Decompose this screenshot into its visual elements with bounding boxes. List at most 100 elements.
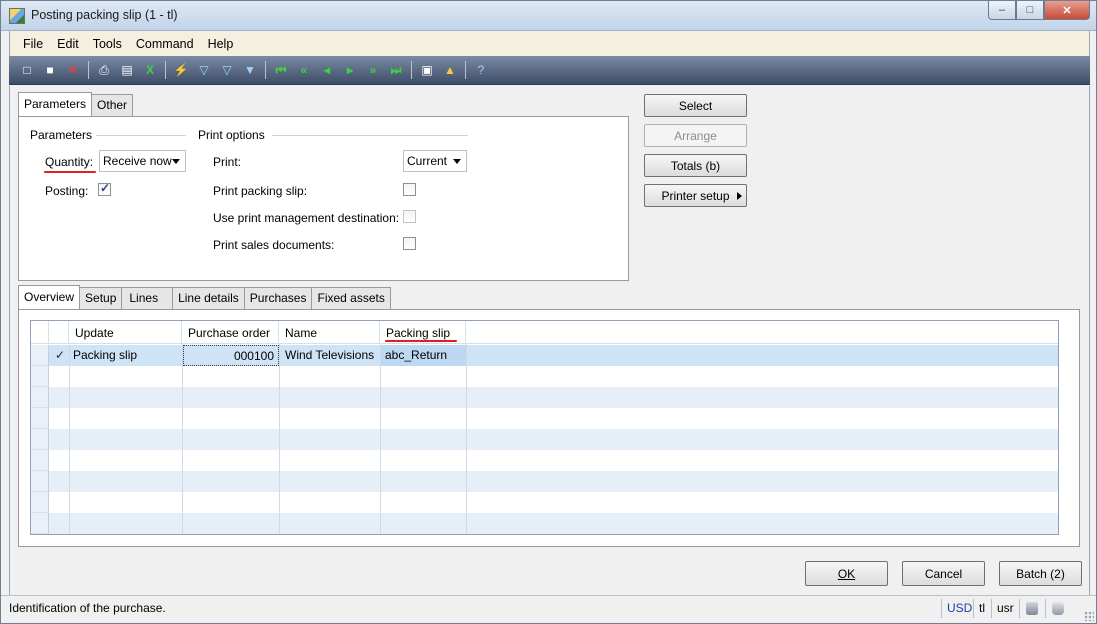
row-selector[interactable]: [31, 513, 49, 534]
tab-fixed-assets[interactable]: Fixed assets: [311, 287, 391, 309]
select-button[interactable]: Select: [644, 94, 747, 117]
use-print-management-checkbox[interactable]: [403, 210, 416, 223]
column-header-purchase-order[interactable]: Purchase order: [182, 321, 279, 344]
status-database-cell: [1019, 599, 1045, 618]
print-label: Print:: [213, 155, 242, 169]
cell-update[interactable]: Packing slip: [69, 345, 182, 366]
delete-icon[interactable]: ✕: [63, 60, 83, 80]
window-title: Posting packing slip (1 - tl): [31, 8, 178, 22]
batch-button[interactable]: Batch (2): [999, 561, 1082, 586]
menu-bar: File Edit Tools Command Help: [9, 31, 1090, 56]
close-button[interactable]: ✕: [1044, 1, 1090, 20]
first-record-icon[interactable]: ⏮: [271, 60, 291, 80]
title-bar: Posting packing slip (1 - tl) – □ ✕: [1, 1, 1096, 31]
tab-line-details[interactable]: Line details: [172, 287, 245, 309]
row-selector[interactable]: [31, 492, 49, 513]
row-selector[interactable]: [31, 450, 49, 471]
print-icon[interactable]: ⎙: [94, 60, 114, 80]
marker-column-header: [49, 321, 69, 344]
menu-tools[interactable]: Tools: [86, 37, 129, 51]
export-excel-icon[interactable]: X: [140, 60, 160, 80]
status-currency[interactable]: USD: [941, 599, 976, 618]
menu-command[interactable]: Command: [129, 37, 201, 51]
ok-button[interactable]: OK: [805, 561, 888, 586]
arrange-button-label: Arrange: [674, 129, 717, 143]
alert-bell-icon[interactable]: ▲: [440, 60, 460, 80]
tab-lines[interactable]: Lines: [121, 287, 174, 309]
remove-filter-icon[interactable]: ▼: [240, 60, 260, 80]
column-header-name[interactable]: Name: [279, 321, 380, 344]
row-selector[interactable]: [31, 345, 49, 366]
table-row[interactable]: [31, 387, 1058, 408]
print-sales-documents-checkbox[interactable]: [403, 237, 416, 250]
cell-purchase-order[interactable]: 000100: [183, 345, 279, 366]
table-row[interactable]: [31, 408, 1058, 429]
packing-slip-grid[interactable]: Update Purchase order Name Packing slip: [30, 320, 1059, 535]
row-selector[interactable]: [31, 429, 49, 450]
previous-record-icon[interactable]: ◂: [317, 60, 337, 80]
help-icon[interactable]: ?: [471, 60, 491, 80]
print-preview-icon[interactable]: ▤: [117, 60, 137, 80]
toolbar-separator: [88, 61, 89, 79]
tab-purchases[interactable]: Purchases: [243, 287, 313, 309]
totals-button[interactable]: Totals (b): [644, 154, 747, 177]
toolbar-separator: [265, 61, 266, 79]
section-divider: [96, 135, 186, 136]
chevron-down-icon: [172, 159, 180, 164]
table-row[interactable]: [31, 492, 1058, 513]
save-icon[interactable]: ■: [40, 60, 60, 80]
last-record-icon[interactable]: ⏭: [386, 60, 406, 80]
minimize-button[interactable]: –: [988, 1, 1016, 20]
select-button-label: Select: [678, 99, 713, 113]
cancel-button[interactable]: Cancel: [902, 561, 985, 586]
advanced-filter-icon[interactable]: ▽: [217, 60, 237, 80]
row-selector[interactable]: [31, 387, 49, 408]
status-bar: Identification of the purchase. USD tl u…: [1, 595, 1096, 623]
status-company[interactable]: tl: [973, 599, 989, 618]
print-select[interactable]: Current: [403, 150, 467, 172]
print-sales-documents-label: Print sales documents:: [213, 238, 335, 252]
toolbar-separator: [411, 61, 412, 79]
new-record-icon[interactable]: □: [17, 60, 37, 80]
row-selector[interactable]: [31, 366, 49, 387]
table-row[interactable]: [31, 450, 1058, 471]
posting-checkbox[interactable]: [98, 181, 111, 196]
table-row[interactable]: [31, 366, 1058, 387]
row-selector[interactable]: [31, 471, 49, 492]
column-header-update[interactable]: Update: [69, 321, 182, 344]
filter-by-grid-icon[interactable]: ▽: [194, 60, 214, 80]
print-select-value: Current: [407, 154, 448, 168]
tab-overview[interactable]: Overview: [18, 285, 81, 309]
next-record-icon[interactable]: ▸: [340, 60, 360, 80]
menu-help[interactable]: Help: [201, 37, 241, 51]
document-handling-icon[interactable]: ▣: [417, 60, 437, 80]
column-divider: [466, 344, 467, 534]
resize-grip-icon[interactable]: [1084, 611, 1094, 621]
tab-other[interactable]: Other: [91, 94, 134, 116]
menu-file[interactable]: File: [10, 37, 50, 51]
cell-packing-slip[interactable]: abc_Return: [381, 345, 466, 366]
status-layer: usr: [991, 599, 1018, 618]
menu-edit[interactable]: Edit: [50, 37, 86, 51]
arrange-button[interactable]: Arrange: [644, 124, 747, 147]
filter-by-selection-icon[interactable]: ⚡: [171, 60, 191, 80]
printer-setup-button[interactable]: Printer setup: [644, 184, 747, 207]
quantity-select[interactable]: Receive now: [99, 150, 186, 172]
chevron-down-icon: [453, 159, 461, 164]
parameters-tab-panel: Parameters Quantity: Receive now Posting…: [18, 116, 629, 281]
app-icon: [9, 8, 25, 24]
maximize-button[interactable]: □: [1016, 1, 1044, 20]
table-row[interactable]: [31, 429, 1058, 450]
status-message: Identification of the purchase.: [9, 601, 166, 615]
previous-page-icon[interactable]: «: [294, 60, 314, 80]
bottom-tabs: Overview Setup Lines Line details Purcha…: [18, 285, 391, 309]
print-packing-slip-checkbox[interactable]: [403, 183, 416, 196]
tab-parameters[interactable]: Parameters: [18, 92, 93, 116]
next-page-icon[interactable]: »: [363, 60, 383, 80]
table-row[interactable]: [31, 513, 1058, 534]
row-selector[interactable]: [31, 408, 49, 429]
tab-setup[interactable]: Setup: [79, 287, 123, 309]
table-row[interactable]: [31, 471, 1058, 492]
cell-name[interactable]: Wind Televisions: [281, 345, 380, 366]
overview-tab-panel: Update Purchase order Name Packing slip: [18, 309, 1080, 547]
